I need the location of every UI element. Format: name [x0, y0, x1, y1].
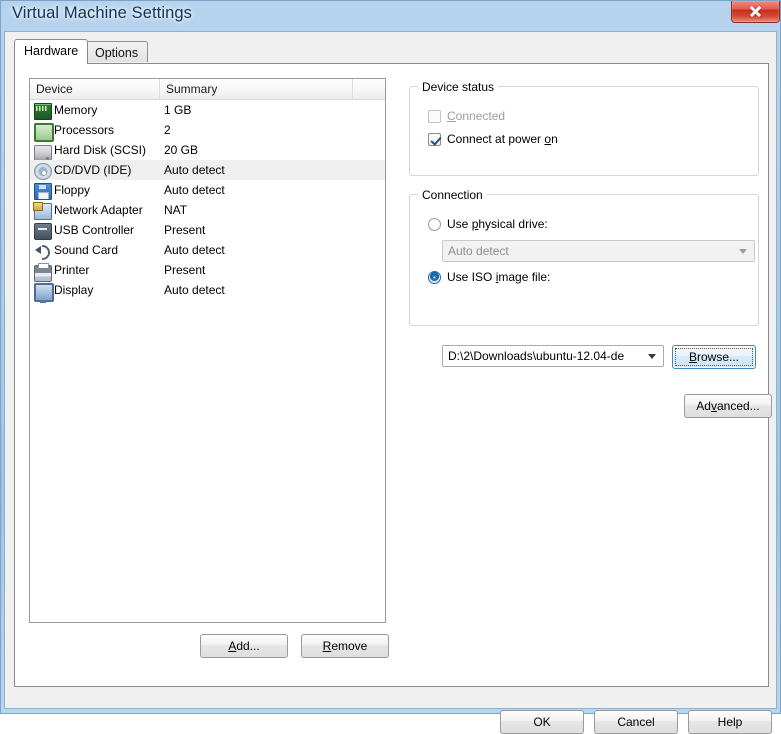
device-name: Hard Disk (SCSI): [54, 143, 147, 157]
device-summary: Auto detect: [164, 283, 225, 297]
device-summary: Auto detect: [164, 183, 225, 197]
device-status-legend: Device status: [418, 80, 499, 94]
virtual-machine-settings-window: Virtual Machine Settings Hardware Option…: [0, 0, 781, 734]
column-header-extra[interactable]: [353, 79, 385, 99]
dialog-client-area: Hardware Options Device Summary Memory 1…: [4, 31, 777, 734]
device-summary: Auto detect: [164, 163, 225, 177]
table-row[interactable]: Memory 1 GB: [30, 100, 385, 120]
iso-path-combo[interactable]: D:\2\Downloads\ubuntu-12.04-de: [442, 345, 664, 367]
browse-button[interactable]: Browse...: [672, 345, 756, 369]
window-title: Virtual Machine Settings: [12, 4, 193, 22]
physical-drive-combo[interactable]: Auto detect: [442, 240, 755, 262]
hardware-tab-page: Device Summary Memory 1 GB Processors 2 …: [14, 63, 772, 687]
iso-path-value: D:\2\Downloads\ubuntu-12.04-de: [448, 349, 625, 363]
device-list[interactable]: Device Summary Memory 1 GB Processors 2 …: [29, 78, 386, 623]
table-row[interactable]: Floppy Auto detect: [30, 180, 385, 200]
use-iso-image-file-label: Use ISO image file:: [447, 270, 551, 284]
device-summary: 1 GB: [164, 103, 192, 117]
checkbox-box: [428, 110, 441, 123]
advanced-button[interactable]: Advanced...: [684, 394, 772, 418]
device-summary: 20 GB: [164, 143, 199, 157]
physical-drive-combo-value: Auto detect: [448, 244, 509, 258]
device-name: Processors: [54, 123, 115, 137]
device-summary: Auto detect: [164, 243, 225, 257]
column-header-device[interactable]: Device: [30, 79, 160, 99]
device-list-header: Device Summary: [30, 79, 385, 100]
device-name: CD/DVD (IDE): [54, 163, 132, 177]
add-button[interactable]: Add...: [200, 634, 288, 658]
device-name: Printer: [54, 263, 90, 277]
table-row-cd-dvd-selected[interactable]: CD/DVD (IDE) Auto detect: [30, 160, 385, 180]
device-summary: Present: [164, 263, 206, 277]
close-icon[interactable]: [731, 1, 780, 23]
chevron-down-icon[interactable]: [648, 354, 656, 359]
device-summary: Present: [164, 223, 206, 237]
remove-button[interactable]: Remove: [301, 634, 389, 658]
dialog-bottom-bar: [5, 688, 776, 708]
device-name: Memory: [54, 103, 98, 117]
table-row[interactable]: Sound Card Auto detect: [30, 240, 385, 260]
connect-at-power-on-label: Connect at power on: [447, 132, 558, 146]
device-name: USB Controller: [54, 223, 135, 237]
device-name: Display: [54, 283, 94, 297]
chevron-down-icon[interactable]: [739, 249, 747, 254]
device-summary: 2: [164, 123, 171, 137]
tab-strip: Hardware Options: [14, 39, 769, 64]
table-row[interactable]: Processors 2: [30, 120, 385, 142]
accelerator-letter: R: [322, 639, 332, 653]
table-row[interactable]: Printer Present: [30, 260, 385, 282]
title-bar: Virtual Machine Settings: [1, 1, 781, 29]
column-header-summary[interactable]: Summary: [160, 79, 353, 99]
focus-ring: [675, 348, 753, 366]
device-name: Floppy: [54, 183, 91, 197]
tab-options[interactable]: Options: [85, 41, 149, 62]
device-name: Sound Card: [54, 243, 119, 257]
device-status-group: Device status Connected Connect at power…: [409, 80, 759, 176]
accelerator-letter: C: [447, 109, 456, 123]
device-name: Network Adapter: [54, 203, 143, 217]
connected-label: Connected: [447, 109, 506, 123]
table-row[interactable]: Hard Disk (SCSI) 20 GB: [30, 140, 385, 162]
radio-box[interactable]: [428, 218, 441, 231]
table-row[interactable]: USB Controller Present: [30, 220, 385, 240]
tab-hardware[interactable]: Hardware: [14, 39, 89, 64]
connection-legend: Connection: [418, 188, 487, 202]
table-row[interactable]: Display Auto detect: [30, 280, 385, 303]
table-row[interactable]: Network Adapter NAT: [30, 200, 385, 220]
device-summary: NAT: [164, 203, 188, 217]
checkbox-box[interactable]: [428, 133, 441, 146]
use-physical-drive-label: Use physical drive:: [447, 217, 548, 231]
radio-box[interactable]: [428, 271, 441, 284]
